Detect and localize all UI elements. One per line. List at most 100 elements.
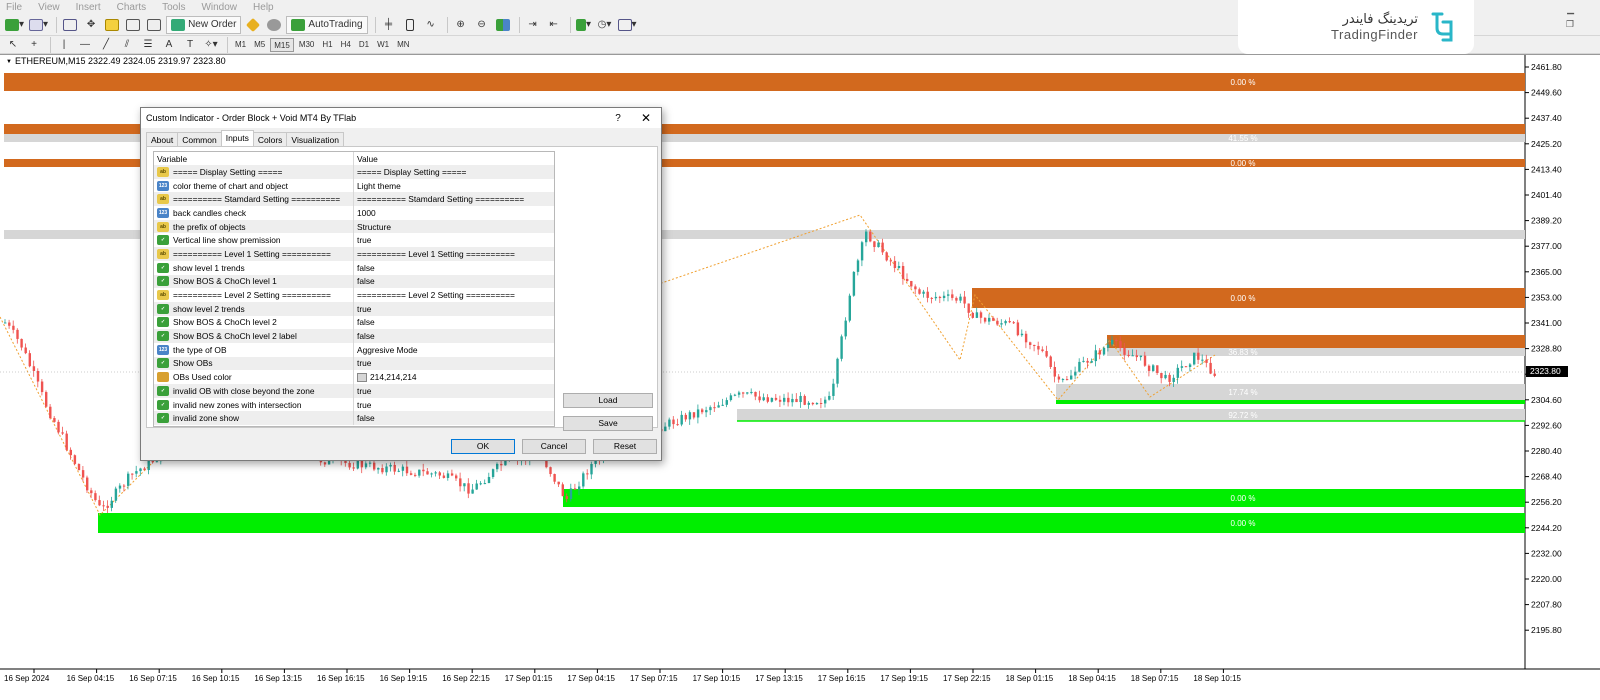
indicators-icon[interactable]: ▾ <box>575 16 593 34</box>
restore-icon[interactable]: ❐ <box>1566 19 1574 30</box>
auto-scroll-icon[interactable]: ⇥ <box>524 16 542 34</box>
timeframe-m30-button[interactable]: M30 <box>296 38 318 52</box>
timeframe-h4-button[interactable]: H4 <box>338 38 354 52</box>
parameter-value[interactable]: true <box>354 384 554 398</box>
strategy-tester-icon[interactable] <box>145 16 163 34</box>
menu-file[interactable]: File <box>6 2 22 13</box>
timeframe-d1-button[interactable]: D1 <box>356 38 372 52</box>
parameter-row[interactable]: ✓ Show BOS & ChoCh level 2 false <box>154 315 554 330</box>
parameter-value[interactable]: false <box>354 316 554 330</box>
navigator-icon[interactable] <box>103 16 121 34</box>
menu-view[interactable]: View <box>38 2 60 13</box>
market-watch-icon[interactable] <box>61 16 79 34</box>
arrows-icon[interactable]: ✧▾ <box>202 36 220 54</box>
parameter-row[interactable]: ✓ show level 2 trends true <box>154 301 554 316</box>
candlestick-icon[interactable] <box>401 16 419 34</box>
parameter-value[interactable]: false <box>354 275 554 289</box>
close-icon[interactable]: ✕ <box>631 111 661 125</box>
reset-button[interactable]: Reset <box>593 439 657 454</box>
parameter-row[interactable]: 123 back candles check 1000 <box>154 206 554 220</box>
parameter-row[interactable]: 123 the type of OB Aggresive Mode <box>154 342 554 357</box>
timeframe-m1-button[interactable]: M1 <box>232 38 249 52</box>
parameter-row[interactable]: ab ===== Display Setting ===== ===== Displ… <box>154 165 554 179</box>
metaeditor-icon[interactable] <box>244 16 262 34</box>
tab-visualization[interactable]: Visualization <box>286 132 344 146</box>
profiles-icon[interactable]: ▾ <box>28 16 49 34</box>
parameter-value[interactable]: Structure <box>354 220 554 234</box>
parameter-row[interactable]: ab ========== Stamdard Setting ==========… <box>154 192 554 207</box>
timeframe-w1-button[interactable]: W1 <box>374 38 392 52</box>
templates-icon[interactable]: ▾ <box>617 16 638 34</box>
color-swatch-icon[interactable] <box>357 372 367 382</box>
new-order-button[interactable]: New Order <box>166 15 242 34</box>
parameter-value[interactable]: true <box>354 357 554 371</box>
new-chart-icon[interactable]: ▾ <box>4 16 25 34</box>
parameter-value[interactable]: Light theme <box>354 179 554 193</box>
parameter-row[interactable]: ab ========== Level 1 Setting ========== =… <box>154 247 554 261</box>
help-icon[interactable]: ? <box>605 113 631 124</box>
parameter-row[interactable]: ✓ Show OBs true <box>154 356 554 371</box>
parameter-value[interactable]: false <box>354 329 554 343</box>
parameter-value[interactable]: false <box>354 411 554 425</box>
tab-about[interactable]: About <box>146 132 179 146</box>
tab-colors[interactable]: Colors <box>252 132 288 146</box>
horizontal-line-icon[interactable]: — <box>76 36 94 54</box>
equidistant-channel-icon[interactable]: ⫽ <box>118 36 136 54</box>
parameter-value[interactable]: Aggresive Mode <box>354 343 554 357</box>
menu-window[interactable]: Window <box>201 2 237 13</box>
ok-button[interactable]: OK <box>451 439 515 454</box>
cancel-button[interactable]: Cancel <box>522 439 586 454</box>
parameter-row[interactable]: OBs Used color 214,214,214 <box>154 370 554 384</box>
parameter-row[interactable]: ab ========== Level 2 Setting ========== =… <box>154 288 554 302</box>
trendline-icon[interactable]: ╱ <box>97 36 115 54</box>
minimize-icon[interactable]: ▁ <box>1567 4 1574 15</box>
zoom-out-icon[interactable]: ⊖ <box>473 16 491 34</box>
bar-chart-icon[interactable]: ╪ <box>380 16 398 34</box>
parameter-row[interactable]: ✓ Show BOS & ChoCh level 1 false <box>154 274 554 289</box>
menu-insert[interactable]: Insert <box>76 2 101 13</box>
parameter-row[interactable]: ✓ invalid zone show false <box>154 411 554 426</box>
text-icon[interactable]: A <box>160 36 178 54</box>
timeframe-h1-button[interactable]: H1 <box>319 38 335 52</box>
line-chart-icon[interactable]: ∿ <box>422 16 440 34</box>
parameter-value[interactable]: false <box>354 261 554 275</box>
fibonacci-icon[interactable]: ☰ <box>139 36 157 54</box>
timeframe-m5-button[interactable]: M5 <box>251 38 268 52</box>
parameter-value[interactable]: true <box>354 233 554 247</box>
vertical-line-icon[interactable]: | <box>55 36 73 54</box>
save-button[interactable]: Save <box>563 416 653 431</box>
crosshair-icon[interactable]: + <box>25 36 43 54</box>
parameter-row[interactable]: ✓ show level 1 trends false <box>154 260 554 275</box>
data-window-icon[interactable]: ✥ <box>82 16 100 34</box>
timeframe-mn-button[interactable]: MN <box>394 38 412 52</box>
parameter-value[interactable]: 1000 <box>354 206 554 220</box>
parameter-value[interactable]: 214,214,214 <box>354 370 554 384</box>
signals-icon[interactable] <box>265 16 283 34</box>
chart-shift-icon[interactable]: ⇤ <box>545 16 563 34</box>
periods-icon[interactable]: ◷▾ <box>596 16 614 34</box>
parameter-row[interactable]: 123 color theme of chart and object Light … <box>154 178 554 193</box>
parameter-value[interactable]: ========== Level 1 Setting ========== <box>354 247 554 261</box>
cursor-icon[interactable]: ↖ <box>4 36 22 54</box>
parameter-row[interactable]: ✓ Show BOS & ChoCh level 2 label false <box>154 329 554 343</box>
menu-charts[interactable]: Charts <box>117 2 146 13</box>
text-label-icon[interactable]: T <box>181 36 199 54</box>
tab-inputs[interactable]: Inputs <box>220 130 254 146</box>
autotrading-button[interactable]: AutoTrading <box>286 15 368 34</box>
tile-windows-icon[interactable] <box>494 16 512 34</box>
load-button[interactable]: Load <box>563 393 653 408</box>
parameter-value[interactable]: true <box>354 398 554 412</box>
parameter-value[interactable]: ========== Level 2 Setting ========== <box>354 288 554 302</box>
terminal-icon[interactable] <box>124 16 142 34</box>
parameter-row[interactable]: ✓ invalid OB with close beyond the zone tr… <box>154 384 554 398</box>
parameter-value[interactable]: ===== Display Setting ===== <box>354 165 554 179</box>
parameter-value[interactable]: ========== Stamdard Setting ========== <box>354 192 554 206</box>
timeframe-m15-button[interactable]: M15 <box>270 37 294 52</box>
parameter-row[interactable]: ✓ invalid new zones with intersection true <box>154 397 554 412</box>
menu-help[interactable]: Help <box>253 2 274 13</box>
menu-tools[interactable]: Tools <box>162 2 185 13</box>
parameter-row[interactable]: ab the prefix of objects Structure <box>154 219 554 234</box>
zoom-in-icon[interactable]: ⊕ <box>452 16 470 34</box>
parameter-row[interactable]: ✓ Vertical line show premission true <box>154 233 554 248</box>
tab-common[interactable]: Common <box>177 132 222 146</box>
